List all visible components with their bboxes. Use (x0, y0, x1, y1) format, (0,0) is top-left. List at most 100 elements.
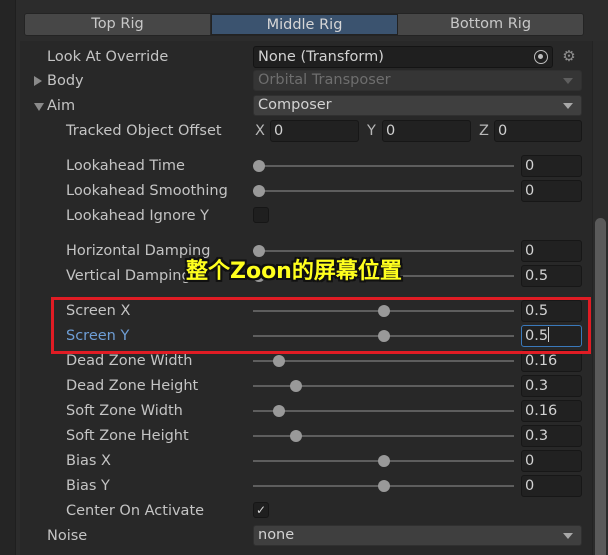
screen-x-value: 0.5 (525, 303, 549, 319)
look-at-override-label: Look At Override (47, 49, 169, 65)
dead-zone-width-field[interactable]: 0.16 (521, 350, 582, 372)
screen-x-row: Screen X 0.5 (20, 300, 592, 322)
bias-y-value: 0 (525, 478, 535, 494)
slider-thumb[interactable] (377, 480, 390, 492)
dead-zone-height-slider[interactable] (253, 375, 514, 397)
slider-thumb[interactable] (290, 430, 303, 442)
slider-thumb[interactable] (377, 455, 390, 467)
bias-y-label: Bias Y (66, 478, 110, 494)
lookahead-ignore-y-row: Lookahead Ignore Y (20, 205, 592, 227)
foldout-expanded-icon[interactable] (34, 103, 44, 111)
slider-thumb[interactable] (253, 185, 265, 197)
noise-dropdown[interactable]: none (253, 525, 582, 546)
aim-dropdown[interactable]: Composer (253, 95, 582, 116)
bias-x-label: Bias X (66, 453, 111, 469)
horizontal-damping-value: 0 (525, 243, 535, 259)
slider-thumb[interactable] (272, 355, 285, 367)
lookahead-ignore-y-label: Lookahead Ignore Y (66, 208, 209, 224)
bias-y-field[interactable]: 0 (521, 475, 582, 497)
lookahead-smoothing-label: Lookahead Smoothing (66, 183, 228, 199)
dead-zone-width-value: 0.16 (525, 353, 558, 369)
bias-x-field[interactable]: 0 (521, 450, 582, 472)
center-on-activate-label: Center On Activate (66, 503, 205, 519)
bias-y-slider[interactable] (253, 475, 514, 497)
chevron-down-icon (563, 103, 573, 109)
lookahead-smoothing-row: Lookahead Smoothing 0 (20, 180, 592, 202)
offset-x-label[interactable]: X (255, 120, 265, 142)
aim-dropdown-value: Composer (258, 97, 332, 113)
foldout-collapsed-icon[interactable] (34, 76, 42, 86)
offset-y-label[interactable]: Y (367, 120, 376, 142)
slider-thumb[interactable] (253, 245, 265, 257)
dead-zone-height-label: Dead Zone Height (66, 378, 199, 394)
noise-row: Noise none (20, 525, 592, 547)
bias-x-row: Bias X 0 (20, 450, 592, 472)
dead-zone-height-row: Dead Zone Height 0.3 (20, 375, 592, 397)
slider-track[interactable] (253, 250, 514, 252)
checkmark-icon: ✓ (255, 503, 267, 517)
bias-y-row: Bias Y 0 (20, 475, 592, 497)
lookahead-time-slider[interactable] (253, 155, 514, 177)
soft-zone-height-field[interactable]: 0.3 (521, 425, 582, 447)
screen-x-field[interactable]: 0.5 (521, 300, 582, 322)
tracked-object-offset-label: Tracked Object Offset (66, 123, 222, 139)
tab-top-rig[interactable]: Top Rig (25, 14, 211, 35)
center-on-activate-checkbox[interactable]: ✓ (253, 502, 269, 518)
gear-icon[interactable]: ⚙ (561, 48, 577, 64)
tab-bottom-rig[interactable]: Bottom Rig (398, 14, 583, 35)
body-label[interactable]: Body (47, 70, 84, 92)
soft-zone-height-label: Soft Zone Height (66, 428, 189, 444)
slider-thumb[interactable] (272, 405, 285, 417)
dead-zone-height-field[interactable]: 0.3 (521, 375, 582, 397)
look-at-override-value: None (Transform) (258, 49, 384, 65)
screen-y-value: 0.5 (525, 328, 549, 344)
slider-thumb[interactable] (290, 380, 303, 392)
lookahead-ignore-y-checkbox[interactable] (253, 207, 269, 223)
lookahead-time-field[interactable]: 0 (521, 155, 582, 177)
aim-label[interactable]: Aim (47, 95, 75, 117)
body-dropdown-value: Orbital Transposer (258, 72, 391, 88)
look-at-override-field[interactable]: None (Transform) (253, 46, 553, 68)
window-edge (0, 0, 16, 555)
lookahead-time-value: 0 (525, 158, 535, 174)
horizontal-damping-field[interactable]: 0 (521, 240, 582, 262)
slider-thumb[interactable] (377, 305, 390, 317)
screen-y-slider[interactable] (253, 325, 514, 347)
dead-zone-width-row: Dead Zone Width 0.16 (20, 350, 592, 372)
center-on-activate-row: Center On Activate ✓ (20, 500, 592, 522)
lookahead-smoothing-field[interactable]: 0 (521, 180, 582, 202)
slider-track[interactable] (253, 190, 514, 192)
bias-x-slider[interactable] (253, 450, 514, 472)
vertical-damping-label: Vertical Damping (66, 268, 191, 284)
offset-z-label[interactable]: Z (479, 120, 489, 142)
offset-z-field[interactable]: 0 (494, 120, 582, 142)
soft-zone-width-field[interactable]: 0.16 (521, 400, 582, 422)
scrollbar-thumb[interactable] (595, 218, 606, 555)
soft-zone-height-slider[interactable] (253, 425, 514, 447)
tab-middle-rig[interactable]: Middle Rig (211, 14, 398, 35)
screen-x-slider[interactable] (253, 300, 514, 322)
slider-thumb[interactable] (377, 330, 390, 342)
soft-zone-width-slider[interactable] (253, 400, 514, 422)
soft-zone-width-row: Soft Zone Width 0.16 (20, 400, 592, 422)
dead-zone-width-slider[interactable] (253, 350, 514, 372)
slider-thumb[interactable] (253, 160, 265, 172)
slider-track[interactable] (253, 360, 514, 362)
slider-track[interactable] (253, 165, 514, 167)
lookahead-smoothing-slider[interactable] (253, 180, 514, 202)
text-caret (548, 327, 550, 342)
noise-dropdown-value: none (258, 527, 295, 543)
slider-track[interactable] (253, 410, 514, 412)
soft-zone-width-value: 0.16 (525, 403, 558, 419)
soft-zone-width-label: Soft Zone Width (66, 403, 183, 419)
dead-zone-height-value: 0.3 (525, 378, 549, 394)
offset-x-field[interactable]: 0 (270, 120, 359, 142)
lookahead-time-row: Lookahead Time 0 (20, 155, 592, 177)
bias-x-value: 0 (525, 453, 535, 469)
object-picker-icon[interactable] (534, 50, 548, 64)
tracked-object-offset-row: Tracked Object Offset X 0 Y 0 Z 0 (20, 120, 592, 142)
screen-y-row: Screen Y 0.5 (20, 325, 592, 347)
screen-y-field[interactable]: 0.5 (521, 325, 582, 347)
vertical-damping-field[interactable]: 0.5 (521, 265, 582, 287)
offset-y-field[interactable]: 0 (382, 120, 471, 142)
